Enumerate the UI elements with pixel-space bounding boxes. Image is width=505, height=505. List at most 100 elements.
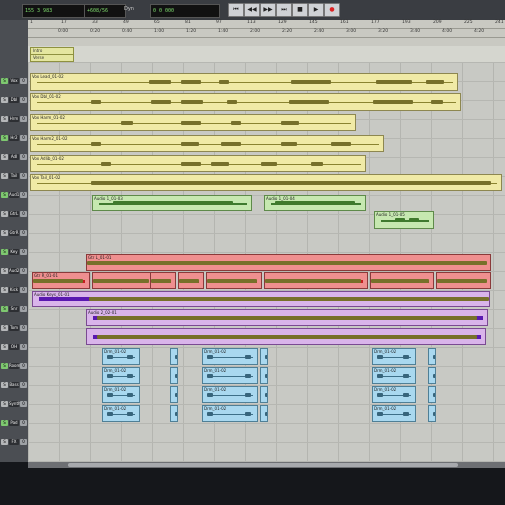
audio-clip[interactable]: Drm_01-02 xyxy=(202,348,258,365)
track-volume-readout[interactable]: 0 xyxy=(20,78,27,84)
audio-clip[interactable]: Audio 1_01-03 xyxy=(92,195,252,211)
track-mute-solo-button[interactable]: S xyxy=(1,116,8,122)
audio-clip[interactable] xyxy=(260,405,268,422)
track-header[interactable]: S OH 0 xyxy=(1,344,27,352)
track-volume-readout[interactable]: 0 xyxy=(20,173,27,179)
track-mute-solo-button[interactable]: S xyxy=(1,97,8,103)
audio-clip[interactable]: Drm_01-02 xyxy=(202,367,258,384)
track-header[interactable]: S Kick 0 xyxy=(1,287,27,295)
track-header[interactable]: S Dbl 0 xyxy=(1,97,27,105)
audio-clip[interactable] xyxy=(428,386,436,403)
track-mute-solo-button[interactable]: S xyxy=(1,192,8,198)
track-volume-readout[interactable]: 0 xyxy=(20,249,27,255)
audio-clip[interactable]: Vox Tail_01-02 xyxy=(30,174,502,191)
audio-clip[interactable]: Audio 1_01-05 xyxy=(374,211,434,229)
audio-clip[interactable]: Vox Dbl_01-02 xyxy=(30,93,461,111)
record-button[interactable]: ● xyxy=(324,3,340,17)
track-header[interactable]: S Synth 0 xyxy=(1,401,27,409)
track-volume-readout[interactable]: 0 xyxy=(20,439,27,445)
audio-clip[interactable]: Drm_01-02 xyxy=(102,348,140,365)
track-header[interactable]: S Aud1 0 xyxy=(1,192,27,200)
track-mute-solo-button[interactable]: S xyxy=(1,382,8,388)
secondary-counter[interactable]: 0 0 000 xyxy=(150,4,220,18)
audio-clip[interactable]: Gtr L_01-01 xyxy=(86,254,491,271)
track-header[interactable]: S GtrL 0 xyxy=(1,211,27,219)
track-volume-readout[interactable]: 0 xyxy=(20,287,27,293)
track-header[interactable]: S Room 0 xyxy=(1,363,27,371)
audio-clip[interactable]: Vox Adlib_01-02 xyxy=(30,155,366,172)
track-header[interactable]: S Vox 0 xyxy=(1,78,27,86)
track-volume-readout[interactable]: 0 xyxy=(20,420,27,426)
audio-clip[interactable] xyxy=(370,272,434,289)
audio-clip[interactable]: Drm_01-02 xyxy=(102,386,140,403)
audio-clip[interactable] xyxy=(260,348,268,365)
track-volume-readout[interactable]: 0 xyxy=(20,230,27,236)
audio-clip[interactable]: Gtr R_01-01 xyxy=(32,272,90,289)
audio-clip[interactable]: Vox Harm_01-02 xyxy=(30,114,356,131)
audio-clip[interactable]: Audio 2_02-01 xyxy=(86,309,488,326)
track-mute-solo-button[interactable]: S xyxy=(1,363,8,369)
track-header[interactable]: S Tom 0 xyxy=(1,325,27,333)
track-volume-readout[interactable]: 0 xyxy=(20,325,27,331)
track-header[interactable]: S Pad 0 xyxy=(1,420,27,428)
audio-clip[interactable] xyxy=(170,367,178,384)
scrollbar-thumb[interactable] xyxy=(68,463,458,467)
audio-clip[interactable]: Drm_01-02 xyxy=(102,367,140,384)
track-volume-readout[interactable]: 0 xyxy=(20,135,27,141)
track-volume-readout[interactable]: 0 xyxy=(20,211,27,217)
track-header[interactable]: S Adl 0 xyxy=(1,154,27,162)
track-volume-readout[interactable]: 0 xyxy=(20,401,27,407)
audio-clip[interactable] xyxy=(206,272,262,289)
sub-counter[interactable]: +608/56 xyxy=(84,4,126,18)
audio-clip[interactable]: Drm_01-02 xyxy=(372,405,416,422)
audio-clip[interactable]: Drm_01-02 xyxy=(372,367,416,384)
rewind-button[interactable]: ◀◀ xyxy=(244,3,260,17)
audio-clip[interactable] xyxy=(428,348,436,365)
audio-clip[interactable] xyxy=(436,272,491,289)
return-to-zero-button[interactable]: ⏮ xyxy=(228,3,244,17)
audio-clip[interactable] xyxy=(150,272,176,289)
min-sec-ruler[interactable]: 0:00 0:20 0:40 1:00 1:20 1:40 2:00 2:20 2:40 3:00… xyxy=(28,29,505,38)
edit-area[interactable]: Vox Lead_01-02 Vox Dbl_01-02 Vox Harm_01-0… xyxy=(28,62,505,462)
audio-clip[interactable] xyxy=(264,272,368,289)
tempo-ruler[interactable] xyxy=(28,38,505,46)
audio-clip[interactable] xyxy=(178,272,204,289)
marker-verse[interactable]: Verse xyxy=(30,54,74,62)
track-volume-readout[interactable]: 0 xyxy=(20,97,27,103)
track-volume-readout[interactable]: 0 xyxy=(20,116,27,122)
audio-clip[interactable] xyxy=(428,405,436,422)
bars-beats-ruler[interactable]: 1 17 33 49 65 81 97 113 129 145 161 177 193 209 225 241 xyxy=(28,20,505,29)
track-volume-readout[interactable]: 0 xyxy=(20,192,27,198)
audio-clip[interactable]: Drm_01-02 xyxy=(372,386,416,403)
audio-clip[interactable]: Audio Keys_01-01 xyxy=(32,291,490,307)
main-counter[interactable]: 155 3 983 xyxy=(22,4,86,18)
horizontal-scrollbar[interactable] xyxy=(28,462,505,468)
track-mute-solo-button[interactable]: S xyxy=(1,306,8,312)
track-volume-readout[interactable]: 0 xyxy=(20,268,27,274)
track-header[interactable]: S Snr 0 xyxy=(1,306,27,314)
audio-clip[interactable]: Vox Harm2_01-02 xyxy=(30,135,384,152)
track-header[interactable]: S Hrm 0 xyxy=(1,116,27,124)
track-volume-readout[interactable]: 0 xyxy=(20,154,27,160)
track-mute-solo-button[interactable]: S xyxy=(1,154,8,160)
go-to-end-button[interactable]: ⏭ xyxy=(276,3,292,17)
audio-clip[interactable] xyxy=(170,386,178,403)
track-mute-solo-button[interactable]: S xyxy=(1,173,8,179)
track-mute-solo-button[interactable]: S xyxy=(1,230,8,236)
dynamic-transport-label[interactable]: Dyn xyxy=(124,6,134,12)
track-volume-readout[interactable]: 0 xyxy=(20,344,27,350)
track-volume-readout[interactable]: 0 xyxy=(20,363,27,369)
track-mute-solo-button[interactable]: S xyxy=(1,344,8,350)
track-mute-solo-button[interactable]: S xyxy=(1,249,8,255)
track-mute-solo-button[interactable]: S xyxy=(1,135,8,141)
audio-clip[interactable] xyxy=(260,386,268,403)
audio-clip[interactable]: Drm_01-02 xyxy=(372,348,416,365)
audio-clip[interactable]: Drm_01-02 xyxy=(202,386,258,403)
track-mute-solo-button[interactable]: S xyxy=(1,287,8,293)
audio-clip[interactable]: Drm_01-02 xyxy=(102,405,140,422)
track-header[interactable]: S Bass 0 xyxy=(1,382,27,390)
track-mute-solo-button[interactable]: S xyxy=(1,78,8,84)
track-header[interactable]: S Hr2 0 xyxy=(1,135,27,143)
track-mute-solo-button[interactable]: S xyxy=(1,325,8,331)
track-volume-readout[interactable]: 0 xyxy=(20,382,27,388)
